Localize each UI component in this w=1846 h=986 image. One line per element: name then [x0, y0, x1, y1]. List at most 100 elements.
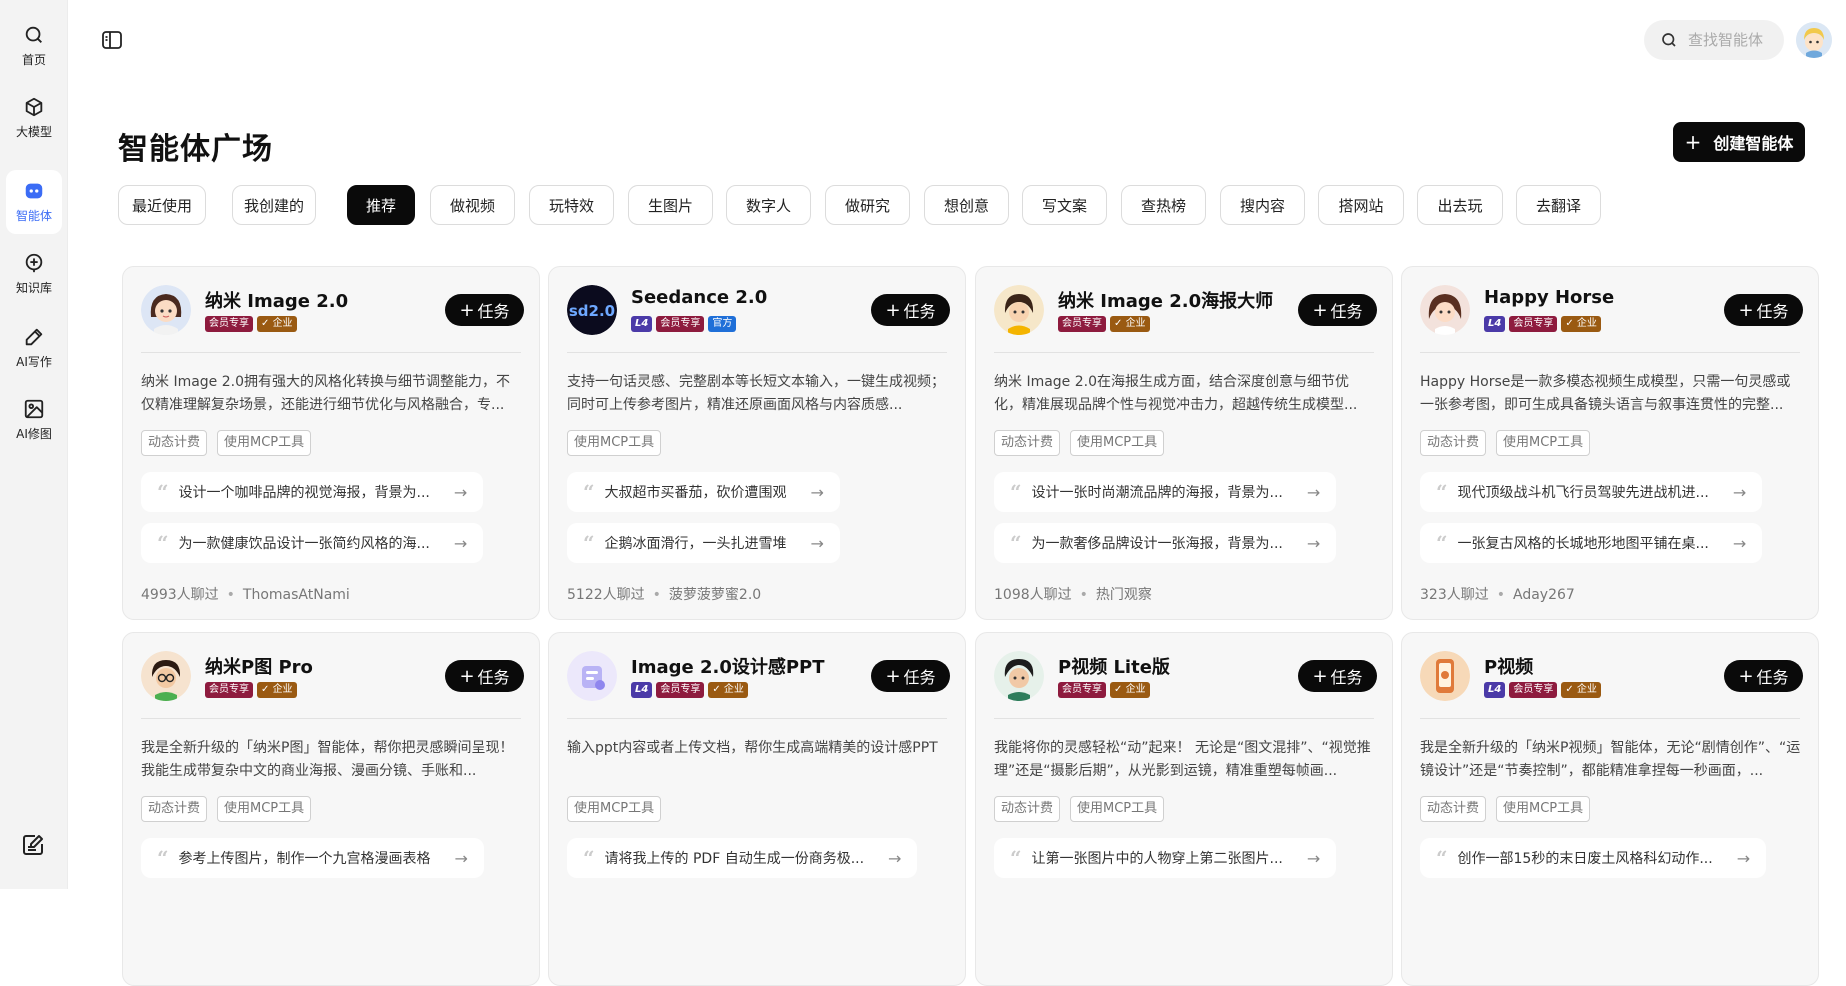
- tab-effects[interactable]: 玩特效: [529, 185, 614, 225]
- tag: 使用MCP工具: [1070, 430, 1165, 456]
- tag: 使用MCP工具: [1496, 796, 1591, 822]
- agent-badges: L4 会员专享 官方: [631, 316, 737, 332]
- divider: [1420, 352, 1800, 353]
- badge-level: L4: [1484, 682, 1506, 698]
- panel-toggle-icon[interactable]: [100, 28, 124, 52]
- tab-recent[interactable]: 最近使用: [118, 185, 206, 225]
- badge-vip: 会员专享: [1058, 316, 1106, 332]
- agent-card[interactable]: 纳米 Image 2.0 会员专享 ✓ 企业 + 任务 纳米 Image 2.0拥…: [122, 266, 540, 620]
- suggested-prompt[interactable]: “设计一张时尚潮流品牌的海报，背景为... →: [994, 472, 1337, 512]
- tab-video[interactable]: 做视频: [430, 185, 515, 225]
- tab-copywriting[interactable]: 写文案: [1022, 185, 1107, 225]
- add-task-button[interactable]: + 任务: [1298, 660, 1377, 692]
- agent-card[interactable]: P视频 L4 会员专享 ✓ 企业 + 任务 我是全新升级的「纳米P视频」智能体，无…: [1401, 632, 1819, 986]
- add-task-button[interactable]: + 任务: [445, 294, 524, 326]
- plus-icon: +: [1312, 299, 1328, 321]
- divider: [1420, 718, 1800, 719]
- badge-official: 官方: [708, 316, 737, 332]
- suggested-prompt[interactable]: “创作一部15秒的末日废土风格科幻动作... →: [1420, 838, 1767, 878]
- agent-avatar: [141, 285, 191, 335]
- badge-enterprise: ✓ 企业: [1110, 316, 1150, 332]
- divider: [141, 718, 521, 719]
- add-task-button[interactable]: + 任务: [1298, 294, 1377, 326]
- tab-travel[interactable]: 出去玩: [1417, 185, 1503, 225]
- create-agent-label: 创建智能体: [1713, 134, 1794, 153]
- agent-tags: 动态计费 使用MCP工具: [994, 430, 1165, 456]
- suggested-prompt[interactable]: “企鹅冰面滑行，一头扎进雪堆 →: [567, 523, 840, 563]
- sidebar-item-ai-image-edit[interactable]: AI修图: [6, 388, 62, 452]
- tab-digital-human[interactable]: 数字人: [726, 185, 811, 225]
- add-task-button[interactable]: + 任务: [1724, 660, 1803, 692]
- tag: 动态计费: [141, 430, 208, 456]
- agent-card[interactable]: Image 2.0设计感PPT L4 会员专享 ✓ 企业 + 任务 输入ppt内容…: [548, 632, 966, 986]
- add-task-button[interactable]: + 任务: [1724, 294, 1803, 326]
- suggested-prompt[interactable]: “一张复古风格的长城地形地图平铺在桌... →: [1420, 523, 1763, 563]
- tab-build-site[interactable]: 搭网站: [1318, 185, 1404, 225]
- tab-created[interactable]: 我创建的: [232, 185, 316, 225]
- agent-card[interactable]: 纳米P图 Pro 会员专享 ✓ 企业 + 任务 我是全新升级的「纳米P图」智能体，…: [122, 632, 540, 986]
- plus-icon: +: [885, 665, 901, 687]
- quote-icon: “: [583, 531, 595, 555]
- tab-research[interactable]: 做研究: [825, 185, 910, 225]
- search-box[interactable]: [1644, 20, 1784, 60]
- suggested-prompt[interactable]: “大叔超市买番茄，砍价遭围观 →: [567, 472, 840, 512]
- sidebar-item-agents[interactable]: 智能体: [6, 170, 62, 234]
- agent-card[interactable]: 纳米 Image 2.0海报大师 会员专享 ✓ 企业 + 任务 纳米 Image …: [975, 266, 1393, 620]
- quote-icon: “: [1436, 480, 1448, 504]
- arrow-right-icon: →: [1306, 533, 1321, 553]
- agent-card[interactable]: P视频 Lite版 会员专享 ✓ 企业 + 任务 我能将你的灵感轻松“动”起来！ …: [975, 632, 1393, 986]
- agent-description: Happy Horse是一款多模态视频生成模型，只需一句灵感或一张参考图，即可生…: [1420, 374, 1791, 413]
- badge-vip: 会员专享: [656, 316, 705, 332]
- agent-badges: L4 会员专享 ✓ 企业: [1484, 316, 1601, 332]
- agent-avatar: [1420, 285, 1470, 335]
- tab-creativity[interactable]: 想创意: [924, 185, 1009, 225]
- agent-tags: 动态计费 使用MCP工具: [1420, 430, 1591, 456]
- plus-icon: +: [459, 665, 475, 687]
- sidebar-item-ai-writing[interactable]: AI写作: [6, 316, 62, 380]
- suggested-prompt[interactable]: “为一款健康饮品设计一张简约风格的海... →: [141, 523, 484, 563]
- agent-footer: 5122人聊过 • 菠萝菠萝蜜2.0: [567, 587, 762, 603]
- suggested-prompt[interactable]: “参考上传图片，制作一个九宫格漫画表格 →: [141, 838, 484, 878]
- tab-search-content[interactable]: 搜内容: [1220, 185, 1305, 225]
- notes-edit-icon[interactable]: [21, 833, 45, 857]
- tab-trending[interactable]: 查热榜: [1121, 185, 1206, 225]
- agent-tags: 动态计费 使用MCP工具: [141, 430, 312, 456]
- add-task-button[interactable]: + 任务: [871, 294, 950, 326]
- agent-card[interactable]: Happy Horse L4 会员专享 ✓ 企业 + 任务 Happy Horse…: [1401, 266, 1819, 620]
- agent-card[interactable]: sd2.0 Seedance 2.0 L4 会员专享 官方 + 任务 支持一句话灵…: [548, 266, 966, 620]
- suggested-prompt[interactable]: “请将我上传的 PDF 自动生成一份商务极... →: [567, 838, 918, 878]
- page-title: 智能体广场: [118, 132, 273, 167]
- badge-level: L4: [631, 316, 653, 332]
- suggested-prompt[interactable]: “让第一张图片中的人物穿上第二张图片... →: [994, 838, 1337, 878]
- quote-icon: “: [1436, 846, 1448, 870]
- plus-icon: +: [1738, 665, 1754, 687]
- badge-vip: 会员专享: [1509, 682, 1558, 698]
- sidebar-item-models[interactable]: 大模型: [6, 86, 62, 150]
- add-task-button[interactable]: + 任务: [445, 660, 524, 692]
- suggested-prompt[interactable]: “为一款奢侈品牌设计一张海报，背景为... →: [994, 523, 1337, 563]
- image-icon: [24, 399, 44, 419]
- tag: 动态计费: [994, 430, 1061, 456]
- search-input[interactable]: [1688, 31, 1784, 49]
- add-task-button[interactable]: + 任务: [871, 660, 950, 692]
- suggested-prompt[interactable]: “现代顶级战斗机飞行员驾驶先进战机进... →: [1420, 472, 1763, 512]
- divider: [994, 352, 1374, 353]
- tab-translate[interactable]: 去翻译: [1516, 185, 1601, 225]
- create-agent-button[interactable]: + 创建智能体: [1673, 122, 1805, 162]
- sidebar-item-knowledge[interactable]: 知识库: [6, 242, 62, 306]
- agent-badges: 会员专享 ✓ 企业: [1058, 316, 1150, 332]
- agent-badges: 会员专享 ✓ 企业: [205, 316, 297, 332]
- quote-icon: “: [157, 846, 169, 870]
- suggested-prompt[interactable]: “设计一个咖啡品牌的视觉海报，背景为... →: [141, 472, 484, 512]
- sidebar-item-home[interactable]: 首页: [6, 14, 62, 78]
- avatar-illustration: [1796, 22, 1832, 58]
- tab-images[interactable]: 生图片: [628, 185, 713, 225]
- tab-recommended[interactable]: 推荐: [347, 185, 415, 225]
- agent-name: P视频: [1484, 657, 1534, 678]
- tag: 使用MCP工具: [217, 430, 312, 456]
- badge-enterprise: ✓ 企业: [257, 316, 297, 332]
- quote-icon: “: [157, 480, 169, 504]
- agent-name: Image 2.0设计感PPT: [631, 657, 825, 678]
- tag: 动态计费: [994, 796, 1061, 822]
- user-avatar[interactable]: [1796, 22, 1832, 58]
